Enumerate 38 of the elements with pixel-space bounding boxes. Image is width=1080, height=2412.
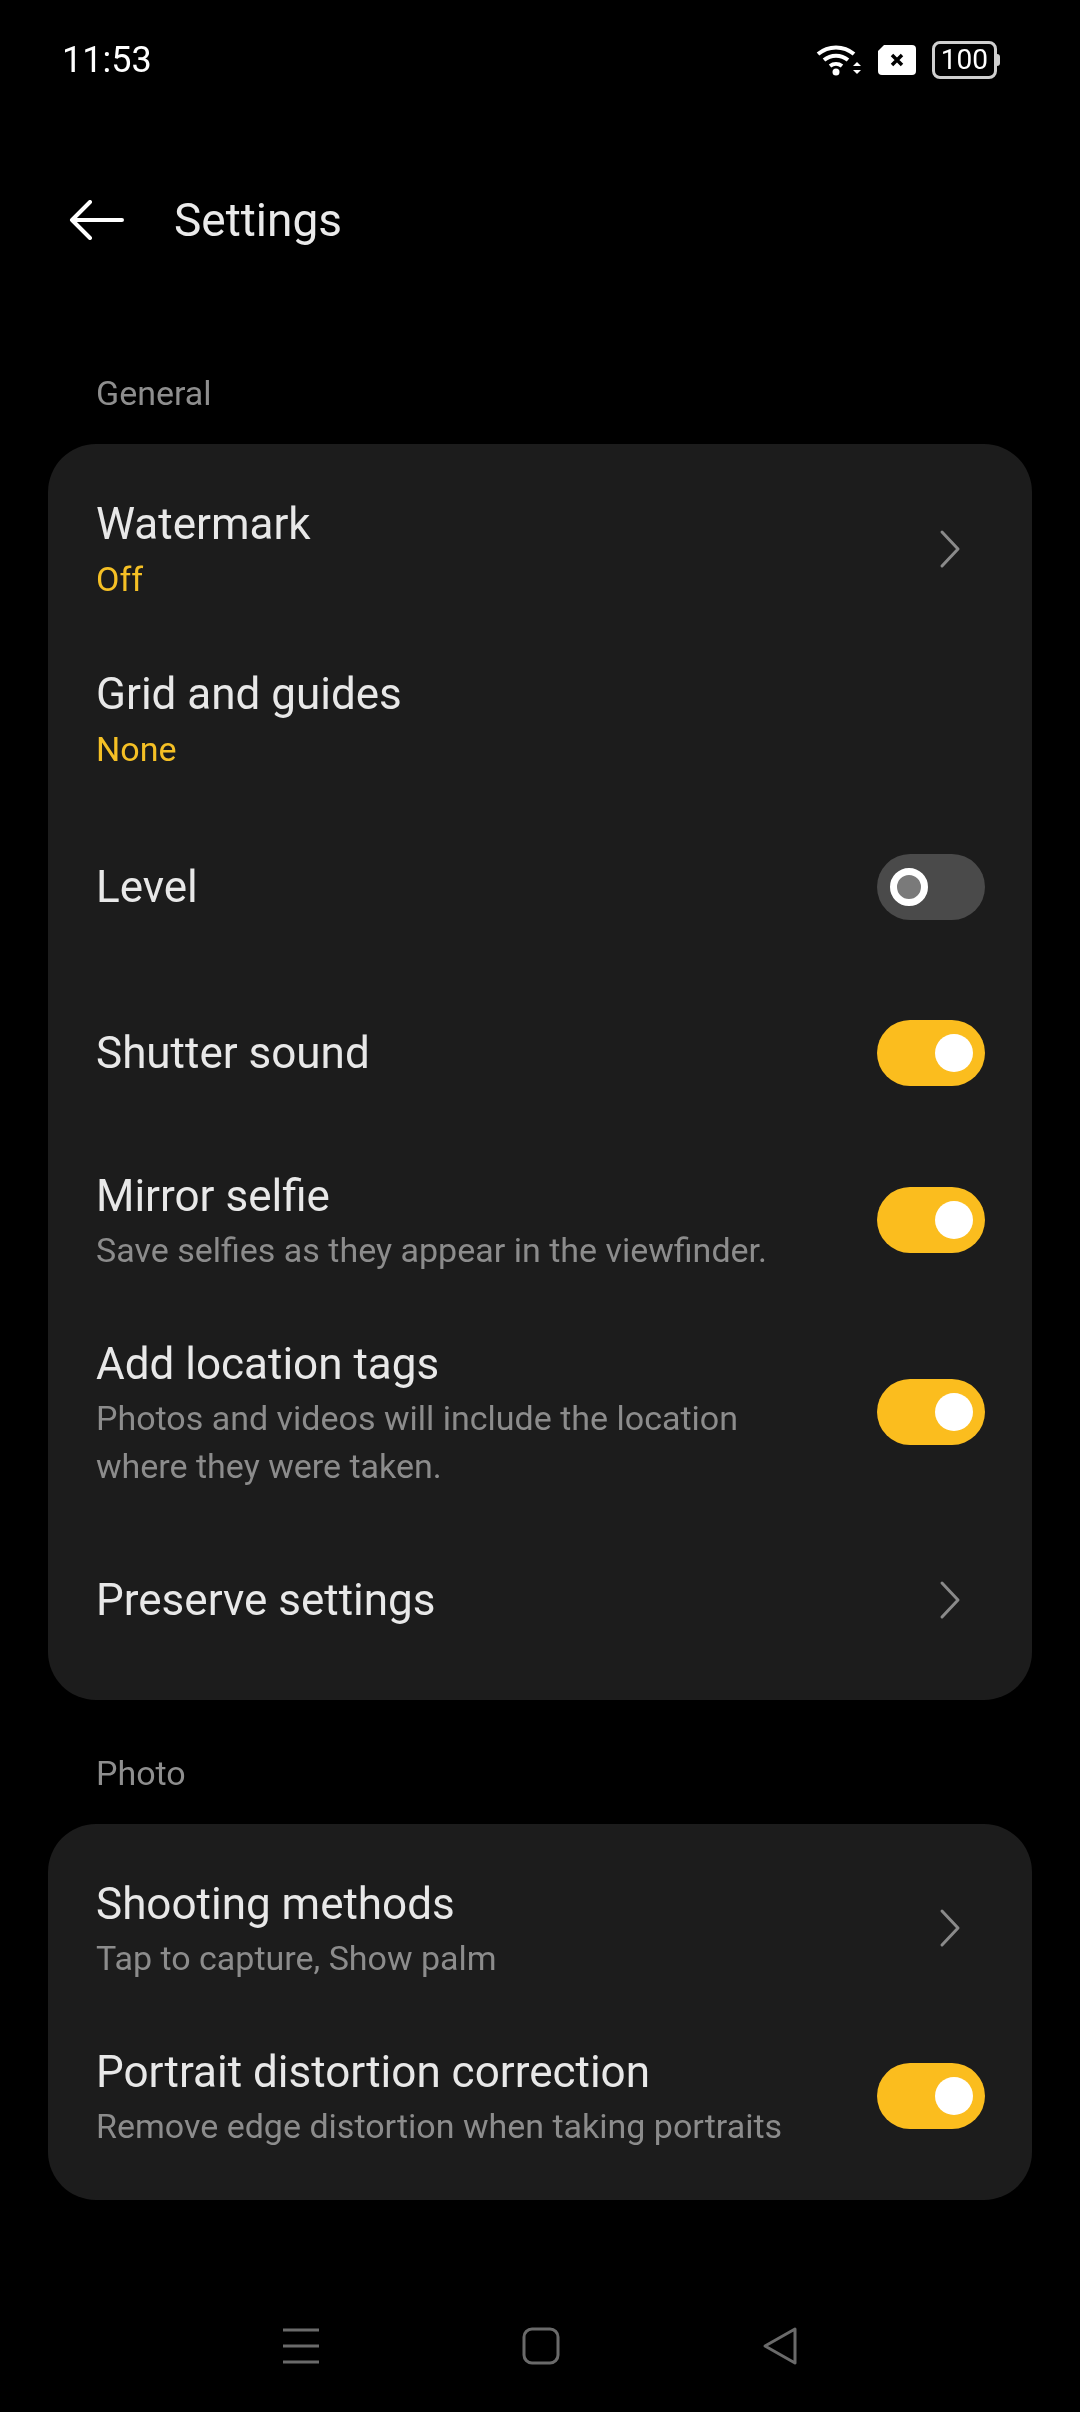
setting-title: Add location tags bbox=[96, 1337, 441, 1392]
chevron-right-icon bbox=[939, 1580, 961, 1620]
setting-title: Shooting methods bbox=[96, 1877, 456, 1932]
setting-value: None bbox=[96, 728, 178, 771]
wifi-icon bbox=[815, 42, 862, 78]
settings-row[interactable]: Portrait distortion correction Remove edge distortion when taking portraits bbox=[48, 2012, 1032, 2180]
no-sim-icon bbox=[877, 45, 916, 75]
setting-title: Shutter sound bbox=[96, 1026, 371, 1081]
settings-row[interactable]: Level bbox=[48, 804, 1032, 970]
setting-description: Save selfies as they appear in the viewfinder. bbox=[96, 1229, 769, 1272]
settings-row[interactable]: Watermark Off bbox=[48, 464, 1032, 634]
battery-indicator: 100 bbox=[931, 41, 997, 79]
menu-icon[interactable] bbox=[280, 2326, 321, 2366]
setting-description: Remove edge distortion when taking portraits bbox=[96, 2105, 784, 2148]
status-time: 11:53 bbox=[62, 38, 152, 83]
setting-title: Level bbox=[96, 860, 199, 915]
back-icon[interactable] bbox=[761, 2326, 800, 2366]
setting-title: Grid and guides bbox=[96, 667, 403, 722]
chevron-right-icon bbox=[939, 529, 961, 569]
chevron-right-icon bbox=[939, 1908, 961, 1948]
setting-description: Photos and videos will include the location where they were taken. bbox=[96, 1397, 739, 1488]
settings-row[interactable]: Preserve settings bbox=[48, 1520, 1032, 1680]
setting-title: Watermark bbox=[96, 497, 312, 552]
back-arrow-icon bbox=[68, 200, 124, 240]
section-header: Photo bbox=[95, 1752, 187, 1795]
section-header: General bbox=[95, 372, 213, 415]
page-title: Settings bbox=[174, 191, 342, 249]
settings-row[interactable]: Mirror selfie Save selfies as they appear in the viewfinder. bbox=[48, 1136, 1032, 1304]
setting-description: Tap to capture, Show palm bbox=[96, 1937, 498, 1980]
settings-row[interactable]: Add location tags Photos and videos will include the location where they were taken. bbox=[48, 1304, 1032, 1520]
setting-value: Off bbox=[96, 558, 145, 601]
settings-row[interactable]: Shooting methods Tap to capture, Show palm bbox=[48, 1844, 1032, 2012]
setting-title: Portrait distortion correction bbox=[96, 2045, 651, 2100]
setting-title: Preserve settings bbox=[96, 1573, 437, 1628]
setting-title: Mirror selfie bbox=[96, 1169, 331, 1224]
home-icon[interactable] bbox=[522, 2327, 560, 2365]
settings-row[interactable]: Shutter sound bbox=[48, 970, 1032, 1136]
settings-row[interactable]: Grid and guides None bbox=[48, 634, 1032, 804]
